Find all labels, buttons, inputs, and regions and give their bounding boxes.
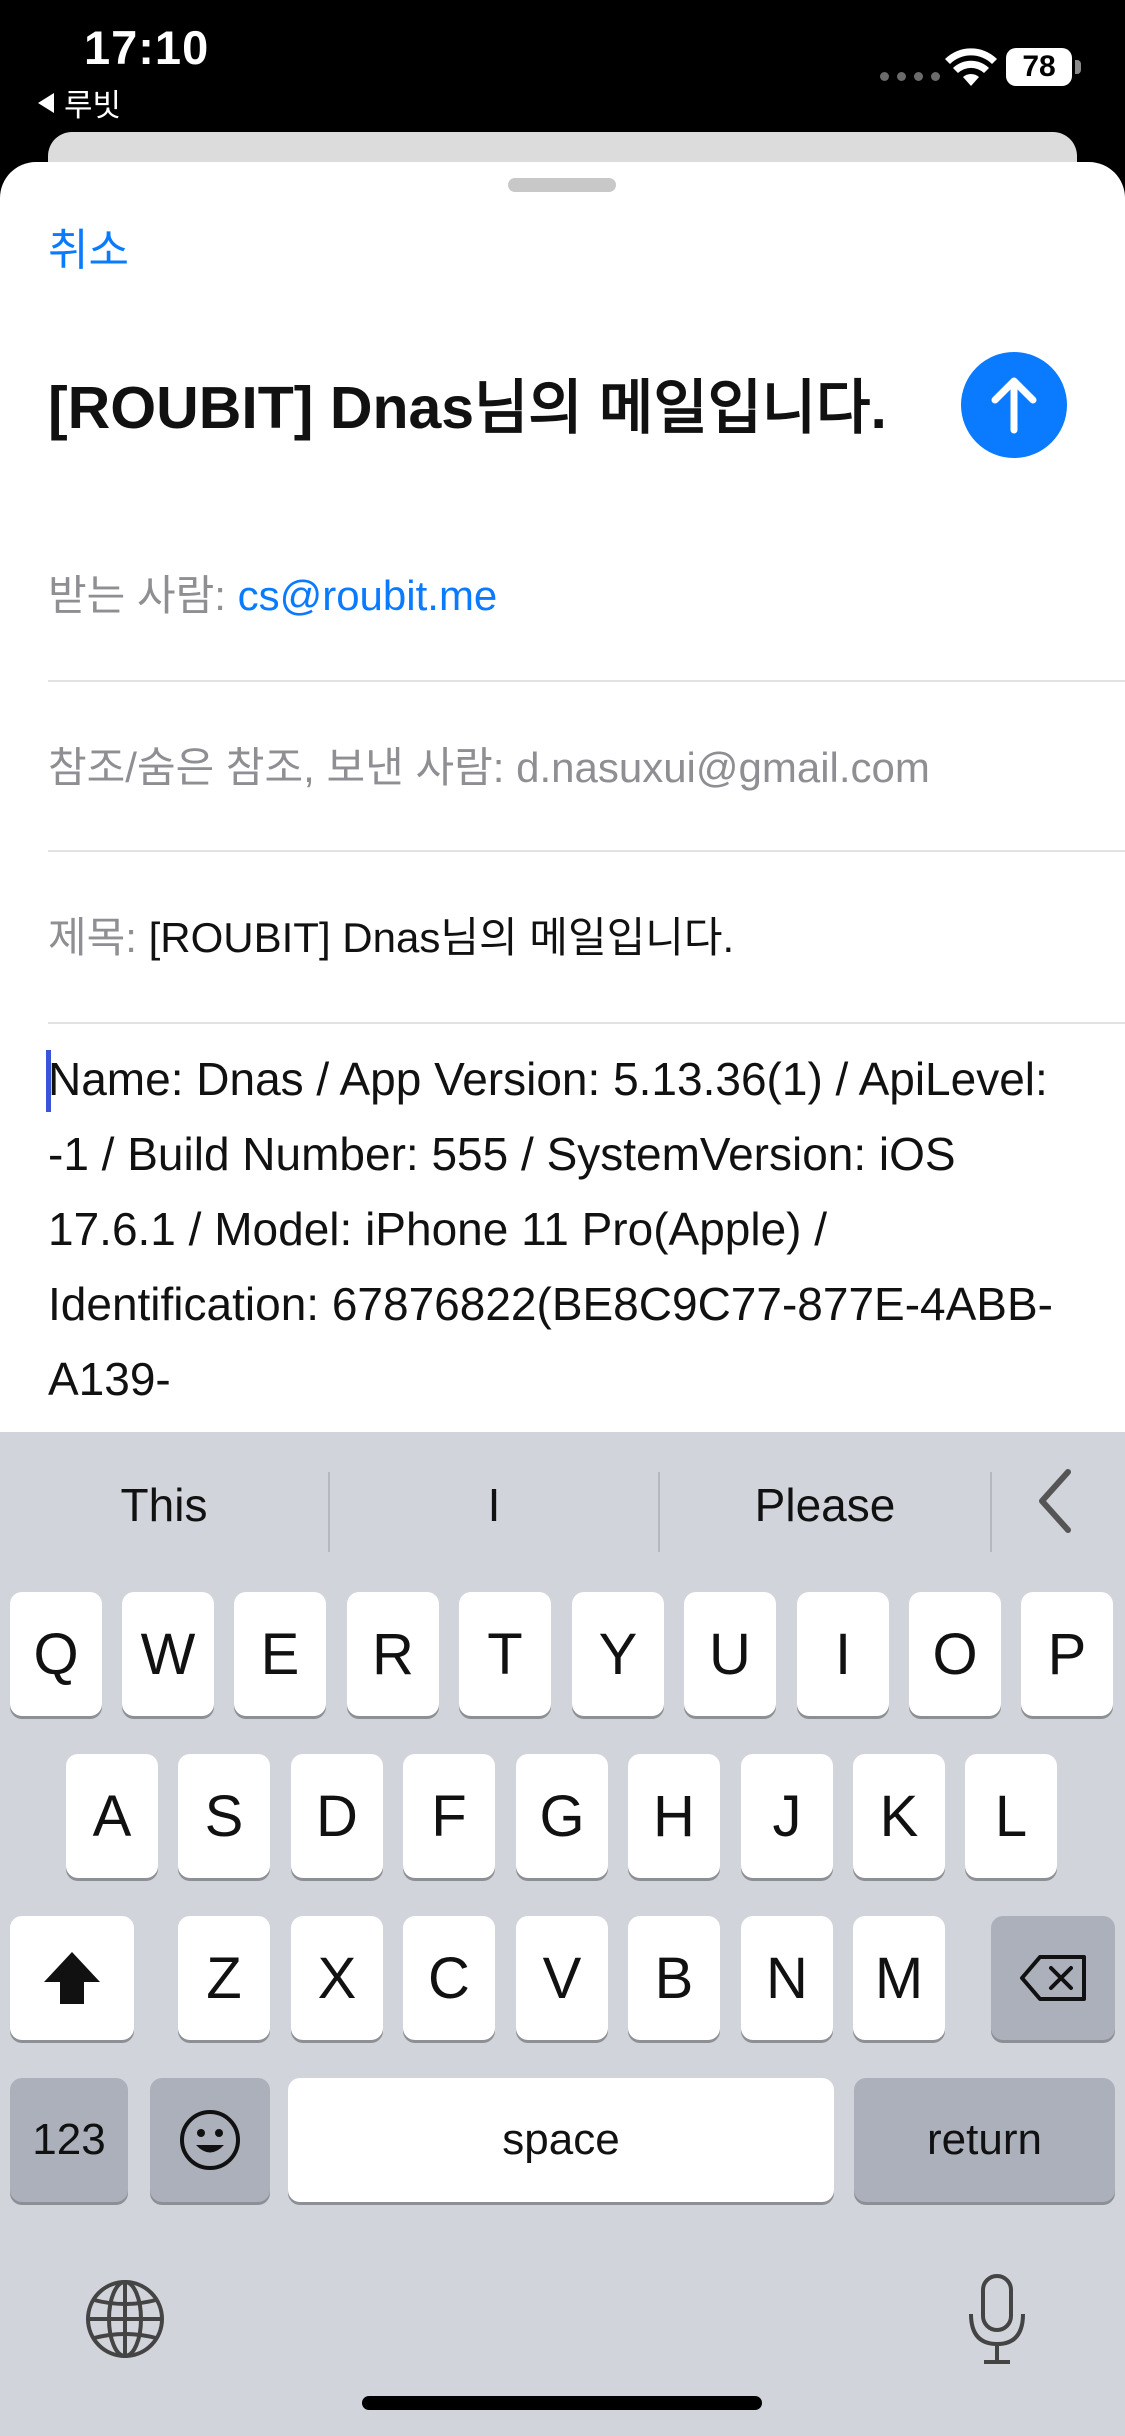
- divider: [48, 850, 1125, 852]
- battery-icon: 78: [1006, 48, 1072, 86]
- key-x[interactable]: X: [291, 1916, 383, 2040]
- key-f[interactable]: F: [403, 1754, 495, 1878]
- cancel-button[interactable]: 취소: [48, 214, 129, 278]
- key-s[interactable]: S: [178, 1754, 270, 1878]
- numbers-key[interactable]: 123: [10, 2078, 128, 2202]
- emoji-icon: [180, 2110, 240, 2170]
- arrow-up-icon: [991, 377, 1037, 434]
- subject-field[interactable]: 제목: [ROUBIT] Dnas님의 메일입니다.: [48, 904, 1125, 965]
- key-a[interactable]: A: [66, 1754, 158, 1878]
- compose-title: [ROUBIT] Dnas님의 메일입니다.: [48, 375, 887, 441]
- divider: [48, 1022, 1125, 1024]
- keyboard: This I Please Q W E R T Y U I O P A S D …: [0, 1432, 1125, 2436]
- prediction-1[interactable]: This: [0, 1460, 328, 1550]
- to-recipient[interactable]: cs@roubit.me: [238, 572, 498, 619]
- back-to-app-link[interactable]: 루빗: [38, 80, 121, 125]
- back-app-label: 루빗: [64, 88, 122, 123]
- key-l[interactable]: L: [965, 1754, 1057, 1878]
- key-q[interactable]: Q: [10, 1592, 102, 1716]
- status-time: 17:10: [84, 21, 210, 74]
- subject-input[interactable]: [ROUBIT] Dnas님의 메일입니다.: [149, 914, 735, 961]
- to-label: 받는 사람:: [48, 572, 226, 619]
- backspace-icon: [1020, 1955, 1086, 2001]
- space-key[interactable]: space: [288, 2078, 834, 2202]
- prediction-2[interactable]: I: [330, 1460, 658, 1550]
- key-g[interactable]: G: [516, 1754, 608, 1878]
- key-c[interactable]: C: [403, 1916, 495, 2040]
- cc-label: 참조/숨은 참조, 보낸 사람:: [48, 744, 505, 791]
- shift-key[interactable]: [10, 1916, 134, 2040]
- subject-label: 제목:: [48, 914, 137, 961]
- prediction-3[interactable]: Please: [660, 1460, 990, 1550]
- key-k[interactable]: K: [853, 1754, 945, 1878]
- key-p[interactable]: P: [1021, 1592, 1113, 1716]
- delete-key[interactable]: [991, 1916, 1115, 2040]
- key-u[interactable]: U: [684, 1592, 776, 1716]
- key-o[interactable]: O: [909, 1592, 1001, 1716]
- message-body[interactable]: Name: Dnas / App Version: 5.13.36(1) / A…: [48, 1042, 1078, 1417]
- back-triangle-icon: [38, 92, 54, 113]
- cc-bcc-from-field[interactable]: 참조/숨은 참조, 보낸 사람: d.nasuxui@gmail.com: [48, 734, 1125, 795]
- from-address[interactable]: d.nasuxui@gmail.com: [516, 744, 930, 791]
- wifi-icon: [945, 48, 997, 86]
- send-button[interactable]: [961, 352, 1067, 458]
- home-indicator[interactable]: [362, 2396, 762, 2410]
- prediction-separator: [990, 1472, 992, 1552]
- key-m[interactable]: M: [853, 1916, 945, 2040]
- key-w[interactable]: W: [122, 1592, 214, 1716]
- key-y[interactable]: Y: [572, 1592, 664, 1716]
- key-r[interactable]: R: [347, 1592, 439, 1716]
- globe-icon[interactable]: [84, 2278, 166, 2360]
- divider: [48, 680, 1125, 682]
- emoji-key[interactable]: [150, 2078, 270, 2202]
- battery-cap: [1075, 60, 1081, 74]
- shift-arrow-icon: [44, 1952, 100, 2004]
- key-i[interactable]: I: [797, 1592, 889, 1716]
- key-e[interactable]: E: [234, 1592, 326, 1716]
- sheet-grabber[interactable]: [508, 178, 616, 192]
- key-b[interactable]: B: [628, 1916, 720, 2040]
- return-key[interactable]: return: [854, 2078, 1115, 2202]
- key-v[interactable]: V: [516, 1916, 608, 2040]
- key-z[interactable]: Z: [178, 1916, 270, 2040]
- key-j[interactable]: J: [741, 1754, 833, 1878]
- chevron-left-icon[interactable]: [1030, 1466, 1080, 1536]
- key-d[interactable]: D: [291, 1754, 383, 1878]
- to-field[interactable]: 받는 사람: cs@roubit.me: [48, 562, 1125, 623]
- cellular-signal-icon: [880, 72, 940, 81]
- microphone-icon[interactable]: [964, 2272, 1030, 2368]
- key-h[interactable]: H: [628, 1754, 720, 1878]
- status-bar: 17:10 루빗 78: [0, 0, 1125, 140]
- prediction-bar: This I Please: [0, 1432, 1125, 1582]
- key-t[interactable]: T: [459, 1592, 551, 1716]
- key-n[interactable]: N: [741, 1916, 833, 2040]
